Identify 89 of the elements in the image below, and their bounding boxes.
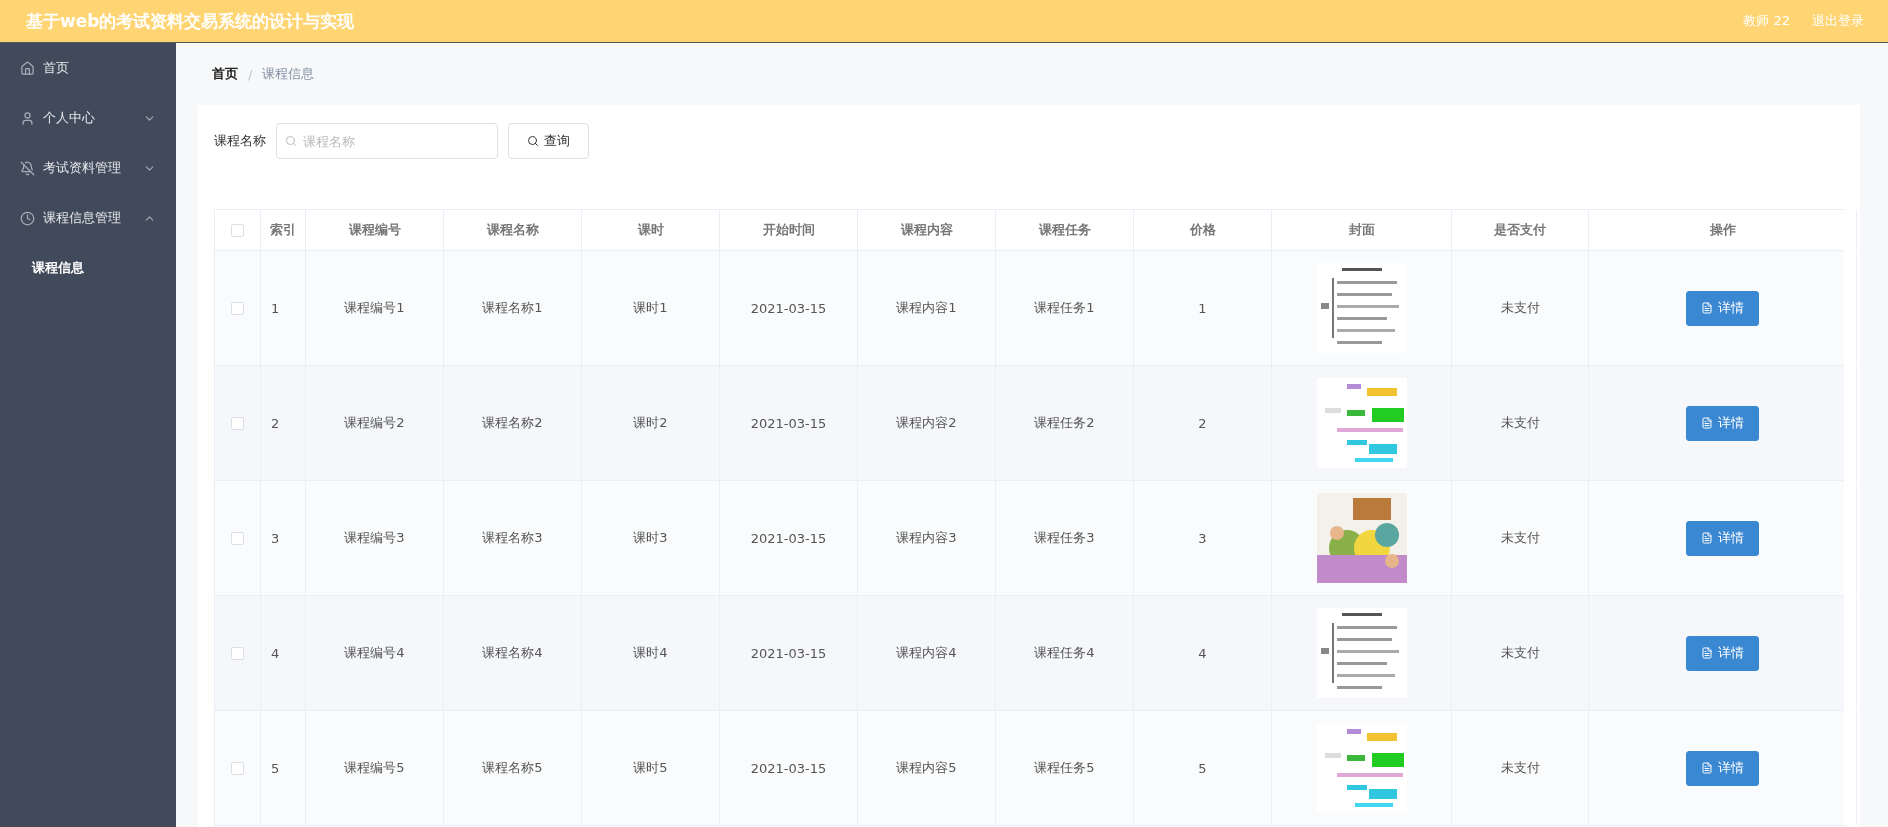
detail-button[interactable]: 详情 bbox=[1686, 405, 1759, 441]
document-icon bbox=[1701, 647, 1713, 659]
table-cell: 课程内容2 bbox=[858, 366, 996, 480]
bell-icon bbox=[20, 160, 35, 176]
column-header: 价格 bbox=[1134, 210, 1272, 250]
table-cell: 2021-03-15 bbox=[720, 481, 858, 595]
app-title: 基于web的考试资料交易系统的设计与实现 bbox=[26, 9, 356, 33]
column-header: 操作 bbox=[1589, 210, 1857, 250]
detail-button[interactable]: 详情 bbox=[1686, 750, 1759, 786]
table-cell: 5 bbox=[261, 711, 306, 825]
table-cell: 课程名称2 bbox=[444, 366, 582, 480]
column-header: 课程任务 bbox=[996, 210, 1134, 250]
checkbox[interactable] bbox=[231, 761, 244, 775]
sidebar-item[interactable]: 首页 bbox=[0, 43, 176, 93]
table-cell: 未支付 bbox=[1452, 711, 1589, 825]
sidebar-item[interactable]: 课程信息管理 bbox=[0, 193, 176, 243]
table-cell: 课时4 bbox=[582, 596, 720, 710]
column-header: 课程内容 bbox=[858, 210, 996, 250]
checkbox[interactable] bbox=[231, 646, 244, 660]
breadcrumb-link[interactable]: 首页 bbox=[212, 65, 238, 83]
column-header: 课时 bbox=[582, 210, 720, 250]
table-cell: 3 bbox=[1134, 481, 1272, 595]
search-field[interactable]: 课程名称 bbox=[276, 123, 498, 159]
table-cell: 未支付 bbox=[1452, 251, 1589, 365]
table-cell: 课程内容3 bbox=[858, 481, 996, 595]
table-cell: 4 bbox=[1134, 596, 1272, 710]
column-header: 课程名称 bbox=[444, 210, 582, 250]
clock-icon bbox=[20, 210, 35, 226]
table-cell: 2 bbox=[261, 366, 306, 480]
table-cell: 课程编号2 bbox=[306, 366, 444, 480]
table-cell: 2021-03-15 bbox=[720, 366, 858, 480]
query-button[interactable]: 查询 bbox=[508, 123, 589, 159]
detail-button[interactable]: 详情 bbox=[1686, 520, 1759, 556]
table-cell: 课时2 bbox=[582, 366, 720, 480]
table-cell: 课程编号5 bbox=[306, 711, 444, 825]
detail-button[interactable]: 详情 bbox=[1686, 290, 1759, 326]
table-cell: 2 bbox=[1134, 366, 1272, 480]
sidebar-item[interactable]: 考试资料管理 bbox=[0, 143, 176, 193]
column-header: 是否支付 bbox=[1452, 210, 1589, 250]
table-cell: 课程名称3 bbox=[444, 481, 582, 595]
table-cell: 课程内容5 bbox=[858, 711, 996, 825]
table-cell: 课程内容4 bbox=[858, 596, 996, 710]
table-cell: 4 bbox=[261, 596, 306, 710]
column-header: 封面 bbox=[1272, 210, 1452, 250]
table-cell: 课时5 bbox=[582, 711, 720, 825]
table-cell: 课程任务3 bbox=[996, 481, 1134, 595]
document-icon bbox=[1701, 417, 1713, 429]
column-header: 索引 bbox=[261, 210, 306, 250]
table-cell: 课程内容1 bbox=[858, 251, 996, 365]
table-cell: 2021-03-15 bbox=[720, 596, 858, 710]
document-icon bbox=[1701, 532, 1713, 544]
table-cell: 2021-03-15 bbox=[720, 251, 858, 365]
document-icon bbox=[1701, 762, 1713, 774]
table-cell: 未支付 bbox=[1452, 366, 1589, 480]
sidebar-item[interactable]: 个人中心 bbox=[0, 93, 176, 143]
table-cell: 课程名称5 bbox=[444, 711, 582, 825]
user-icon bbox=[20, 110, 35, 126]
table-cell: 5 bbox=[1134, 711, 1272, 825]
column-header: 开始时间 bbox=[720, 210, 858, 250]
table-cell: 未支付 bbox=[1452, 481, 1589, 595]
checkbox[interactable] bbox=[231, 416, 244, 430]
checkbox[interactable] bbox=[231, 301, 244, 315]
detail-button[interactable]: 详情 bbox=[1686, 635, 1759, 671]
table-cell: 2021-03-15 bbox=[720, 711, 858, 825]
home-icon bbox=[20, 60, 35, 76]
user-name: 教师 22 bbox=[1743, 12, 1790, 30]
document-icon bbox=[1701, 302, 1713, 314]
table-cell: 课程编号1 bbox=[306, 251, 444, 365]
table-cell: 1 bbox=[261, 251, 306, 365]
table-cell: 课程名称4 bbox=[444, 596, 582, 710]
table-cell: 课程任务5 bbox=[996, 711, 1134, 825]
table-cell: 3 bbox=[261, 481, 306, 595]
table-cell: 课程任务1 bbox=[996, 251, 1134, 365]
table-cell: 课时3 bbox=[582, 481, 720, 595]
table-cell: 未支付 bbox=[1452, 596, 1589, 710]
table-cell: 课程名称1 bbox=[444, 251, 582, 365]
search-icon bbox=[527, 135, 539, 147]
table-cell: 课程任务2 bbox=[996, 366, 1134, 480]
table-cell: 课程编号4 bbox=[306, 596, 444, 710]
breadcrumb-separator: / bbox=[248, 66, 253, 82]
table-cell: 课时1 bbox=[582, 251, 720, 365]
column-header: 课程编号 bbox=[306, 210, 444, 250]
checkbox[interactable] bbox=[231, 531, 244, 545]
table-cell: 课程任务4 bbox=[996, 596, 1134, 710]
search-label: 课程名称 bbox=[214, 132, 266, 150]
checkbox[interactable] bbox=[231, 223, 244, 237]
table-cell: 1 bbox=[1134, 251, 1272, 365]
search-icon bbox=[285, 135, 297, 147]
table-cell: 课程编号3 bbox=[306, 481, 444, 595]
